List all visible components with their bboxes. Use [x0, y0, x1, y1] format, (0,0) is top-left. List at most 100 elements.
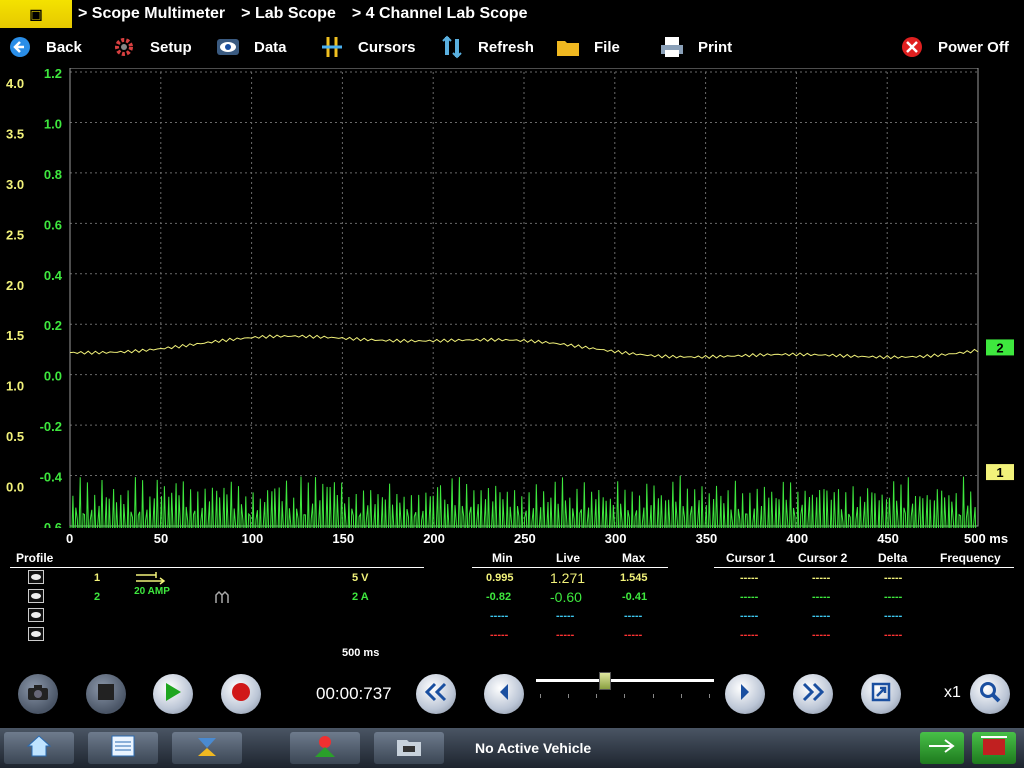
zoom-level: x1: [944, 684, 961, 701]
home-button[interactable]: [4, 732, 74, 764]
amp-probe-label: 20 AMP: [134, 586, 170, 597]
cursor2-header: Cursor 2: [798, 551, 848, 565]
expand-icon: [870, 681, 892, 708]
y-axis-tick-outer: 3.0: [6, 177, 24, 192]
tools-icon: [311, 733, 339, 764]
x-axis-tick: 350: [695, 531, 718, 546]
back-label: Back: [46, 38, 82, 56]
cursors-icon: [320, 35, 344, 59]
play-button[interactable]: [153, 674, 193, 714]
x-axis-tick: 250: [514, 531, 536, 546]
y-axis-tick-outer: 0.0: [6, 480, 24, 495]
device-connection-button[interactable]: [972, 732, 1016, 764]
usb-icon: [927, 736, 957, 761]
breadcrumb-2[interactable]: > Lab Scope: [241, 5, 336, 23]
step-forward-button[interactable]: [725, 674, 765, 714]
file-button[interactable]: File: [556, 30, 620, 64]
data-manager-button[interactable]: [374, 732, 444, 764]
divider: [472, 567, 668, 568]
x-axis-tick: 300: [604, 531, 627, 546]
skip-forward-button[interactable]: [793, 674, 833, 714]
y-axis-tick-inner: 1.0: [44, 116, 62, 131]
breadcrumb-1[interactable]: > Scope Multimeter: [78, 5, 225, 23]
y-axis-tick-outer: 1.5: [6, 328, 24, 343]
visibility-toggle-icon[interactable]: [28, 570, 44, 587]
eye-icon: [216, 35, 240, 59]
scope-plot[interactable]: 4.03.53.02.52.01.51.00.50.0-0.51.21.00.8…: [0, 66, 1024, 577]
channel-data-panel: Profile Min Live Max Cursor 1 Cursor 2 D…: [0, 548, 1024, 668]
live-value: 1.271: [550, 570, 586, 586]
delta-value: -----: [884, 629, 903, 641]
setup-label: Setup: [150, 38, 192, 56]
live-value: -----: [556, 610, 575, 622]
scope-graph[interactable]: 4.03.53.02.52.01.51.00.50.0-0.51.21.00.8…: [0, 66, 1024, 577]
skip-back-button[interactable]: [416, 674, 456, 714]
cursor2-value: -----: [812, 610, 831, 622]
back-arrow-icon: [8, 35, 32, 59]
gear-icon: [112, 35, 136, 59]
max-value: 1.545: [620, 572, 648, 584]
y-axis-tick-inner: 1.2: [44, 68, 62, 81]
min-value: -----: [490, 629, 509, 641]
visibility-toggle-icon[interactable]: [28, 627, 44, 644]
delta-header: Delta: [878, 551, 908, 565]
channel-1-marker-label: 1: [996, 465, 1003, 480]
cursor2-value: -----: [812, 591, 831, 603]
slider-thumb[interactable]: [599, 672, 611, 690]
channel-scale[interactable]: 5 V: [352, 572, 369, 584]
camera-button[interactable]: [18, 674, 58, 714]
divider: [714, 567, 1014, 568]
channel-2-marker-label: 2: [996, 340, 1003, 355]
filter-icon: [214, 590, 230, 607]
step-back-button[interactable]: [484, 674, 524, 714]
x-axis-tick: 100: [241, 531, 264, 546]
refresh-icon: [440, 35, 464, 59]
setup-button[interactable]: Setup: [112, 30, 192, 64]
toolbar: Back Setup Data Cursors Refresh File Pri…: [0, 30, 1024, 66]
power-off-label: Power Off: [938, 38, 1009, 56]
sweep-label[interactable]: 500 ms: [342, 647, 379, 659]
refresh-label: Refresh: [478, 38, 534, 56]
y-axis-tick-inner: 0.0: [44, 369, 62, 384]
back-button[interactable]: Back: [8, 30, 82, 64]
double-chevron-right-icon: [801, 682, 825, 707]
y-axis-tick-inner: 0.8: [44, 167, 62, 182]
cursor2-value: -----: [812, 629, 831, 641]
x-axis-tick: 150: [332, 531, 355, 546]
x-axis-tick: 0: [66, 531, 74, 546]
cursors-button[interactable]: Cursors: [320, 30, 416, 64]
channel-scale[interactable]: 2 A: [352, 591, 369, 603]
visibility-toggle-icon[interactable]: [28, 608, 44, 625]
y-axis-tick-outer: 1.0: [6, 379, 24, 394]
elapsed-time: 00:00:737: [316, 684, 392, 703]
y-axis-tick-inner: -0.2: [40, 419, 62, 434]
cursor1-value: -----: [740, 610, 759, 622]
scanner-button[interactable]: [88, 732, 158, 764]
stop-button[interactable]: [86, 674, 126, 714]
refresh-button[interactable]: Refresh: [440, 30, 534, 64]
fullscreen-button[interactable]: [861, 674, 901, 714]
shop-tools-button[interactable]: [290, 732, 360, 764]
test-icon: [194, 734, 220, 763]
print-label: Print: [698, 38, 733, 56]
chevron-left-icon: [496, 682, 512, 707]
profile-header: Profile: [16, 551, 54, 565]
camera-icon: [27, 683, 49, 706]
min-header: Min: [492, 551, 513, 565]
stop-icon: [97, 683, 115, 706]
record-button[interactable]: [221, 674, 261, 714]
guided-component-test-button[interactable]: [172, 732, 242, 764]
x-axis-tick: 400: [786, 531, 809, 546]
max-value: -----: [624, 610, 643, 622]
zoom-button[interactable]: [970, 674, 1010, 714]
playback-controls: 00:00:737 x1: [0, 668, 1024, 724]
timeline-slider[interactable]: [536, 672, 714, 690]
data-button[interactable]: Data: [216, 30, 287, 64]
play-icon: [163, 681, 183, 708]
print-button[interactable]: Print: [660, 30, 732, 64]
delta-value: -----: [884, 591, 903, 603]
cursor2-value: -----: [812, 572, 831, 584]
usb-connection-button[interactable]: [920, 732, 964, 764]
visibility-toggle-icon[interactable]: [28, 589, 44, 606]
power-off-button[interactable]: Power Off: [900, 30, 1009, 64]
